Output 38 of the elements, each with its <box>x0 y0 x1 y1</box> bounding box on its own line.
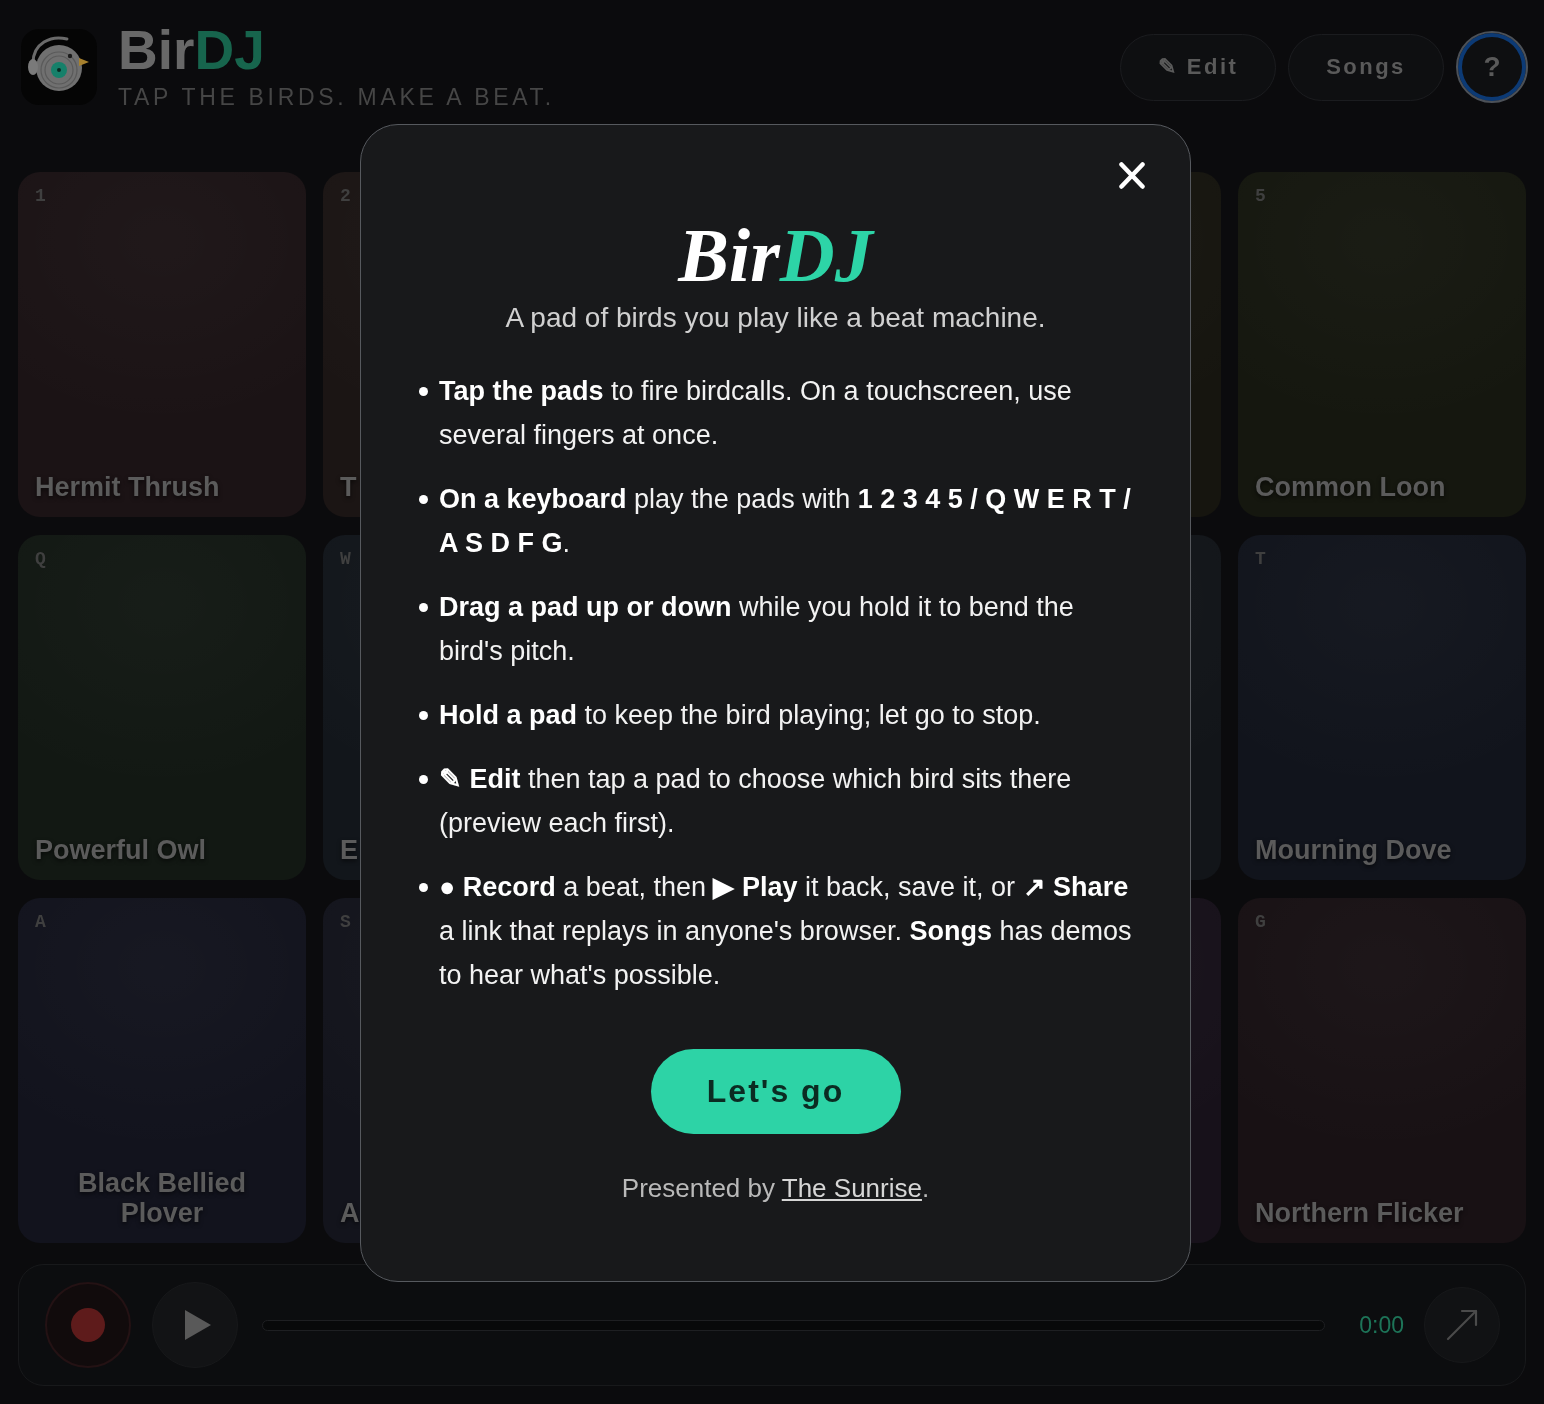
bird-name: T <box>340 471 357 502</box>
play-icon <box>185 1310 211 1340</box>
credit-link[interactable]: The Sunrise <box>781 1173 922 1203</box>
dialog-subtitle: A pad of birds you play like a beat machine. <box>505 301 1046 335</box>
bird-name: Mourning Dove <box>1255 834 1452 865</box>
instruction-text: Drag a pad up or down while you hold it to bend the bird's pitch. <box>439 591 1075 668</box>
logo-icon <box>21 29 97 105</box>
credit-text: Presented by The Sunrise. <box>621 1172 930 1204</box>
bullet-icon <box>419 603 428 612</box>
bird-name: Common Loon <box>1255 471 1446 502</box>
bullet-icon <box>419 883 428 892</box>
bird-name: Hermit Thrush <box>35 471 220 502</box>
progress-track[interactable] <box>262 1319 1326 1331</box>
bullet-icon <box>419 387 428 396</box>
bird-name: E <box>340 834 358 865</box>
bird-name: Powerful Owl <box>35 834 207 865</box>
instruction-text: Tap the pads to fire birdcalls. On a touchscreen, use several fingers at once. <box>439 375 1073 452</box>
instruction-text: ● Record a beat, then ▶ Play it back, save it, or ↗ Share a link that replays in anyone's browser. Songs has demos to hear what's possible. <box>439 871 1133 992</box>
app-tagline: TAP THE BIRDS. MAKE A BEAT. <box>118 86 555 109</box>
songs-button[interactable]: Songs <box>1288 33 1444 101</box>
bird-name: Northern Flicker <box>1255 1197 1464 1228</box>
instruction-text: On a keyboard play the pads with 1 2 3 4 5 / Q W E R T / A S D F G. <box>439 483 1132 560</box>
bullet-icon <box>419 711 428 720</box>
start-button[interactable]: Let's go <box>650 1049 901 1134</box>
instruction-text: Hold a pad to keep the bird playing; let go to stop. <box>439 699 1042 732</box>
arrow-icon <box>1446 1309 1478 1341</box>
close-icon <box>1119 161 1145 189</box>
app-title: BirDJ <box>118 23 265 78</box>
dialog-title: BirDJ <box>678 217 873 293</box>
edit-button[interactable]: ✎ Edit <box>1120 33 1276 101</box>
time-readout: 0:00 <box>1359 1313 1404 1337</box>
bird-name: A <box>340 1197 360 1228</box>
instruction-text: ✎ Edit then tap a pad to choose which bird sits there (preview each first). <box>439 763 1073 840</box>
bullet-icon <box>419 495 428 504</box>
bullet-icon <box>419 775 428 784</box>
help-button[interactable]: ? <box>1456 31 1528 103</box>
bird-name: Black Bellied Plover <box>76 1167 248 1228</box>
record-icon <box>71 1308 105 1342</box>
